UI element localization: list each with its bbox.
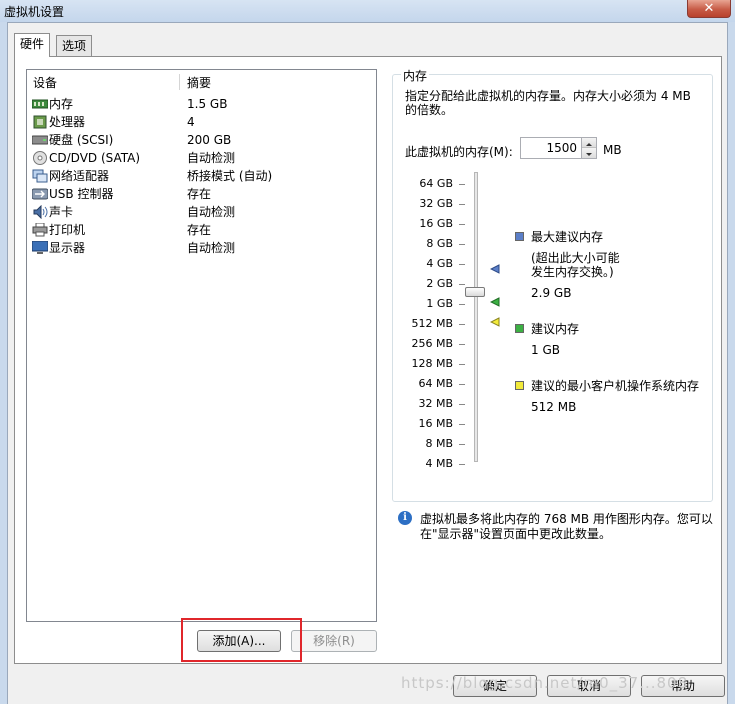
cd-dvd-icon <box>33 151 47 165</box>
scale-label: 32 MB <box>418 397 453 410</box>
device-summary: 200 GB <box>187 133 232 147</box>
min-recommended-marker <box>490 317 500 327</box>
device-name: 声卡 <box>49 205 74 219</box>
device-row-processor[interactable]: 处理器 4 <box>27 113 376 131</box>
device-name: 处理器 <box>49 115 86 129</box>
scale-label: 4 MB <box>425 457 453 470</box>
scale-label: 2 GB <box>426 277 453 290</box>
max-recommended-swatch <box>515 232 524 241</box>
device-list[interactable]: 设备 摘要 内存 1.5 GB 处理器 4 硬盘 (SCSI) 200 GB C… <box>26 69 377 622</box>
scale-label: 64 GB <box>419 177 453 190</box>
device-name: 内存 <box>49 97 74 111</box>
tab-options-label: 选项 <box>62 39 87 53</box>
device-summary: 存在 <box>187 187 212 201</box>
spin-down-button[interactable] <box>582 148 596 158</box>
sound-card-icon <box>33 205 48 219</box>
device-name: 网络适配器 <box>49 169 110 183</box>
memory-slider-track[interactable] <box>474 172 478 462</box>
dialog-body: 硬件 选项 设备 摘要 内存 1.5 GB 处理器 4 硬盘 (SCSI) 20… <box>7 22 728 704</box>
device-row-cd-dvd[interactable]: CD/DVD (SATA) 自动检测 <box>27 149 376 167</box>
highlight-box <box>181 618 302 662</box>
device-row-printer[interactable]: 打印机 存在 <box>27 221 376 239</box>
remove-button[interactable]: 移除(R) <box>291 630 377 652</box>
device-row-sound-card[interactable]: 声卡 自动检测 <box>27 203 376 221</box>
graphics-memory-note-line: 虚拟机最多将此内存的 768 MB 用作图形内存。您可以 <box>420 512 713 526</box>
recommended-title: 建议内存 <box>531 322 580 336</box>
spin-up-button[interactable] <box>582 138 596 148</box>
scale-label: 8 MB <box>425 437 453 450</box>
memory-unit-label: MB <box>603 143 622 157</box>
scale-ticks <box>459 184 465 465</box>
min-recommended-title: 建议的最小客户机操作系统内存 <box>531 379 700 393</box>
device-name: USB 控制器 <box>49 187 114 201</box>
memory-scale: 64 GB 32 GB 16 GB 8 GB 4 GB 2 GB 1 GB 51… <box>393 75 453 503</box>
recommended-value: 1 GB <box>531 343 560 357</box>
scale-label: 4 GB <box>426 257 453 270</box>
processor-icon <box>33 115 47 129</box>
watermark-text: https://blog.csdn.net/m0_37...808 <box>401 674 689 692</box>
device-summary: 自动检测 <box>187 151 236 165</box>
memory-size-input[interactable]: 1500 <box>521 141 577 155</box>
max-recommended-value: 2.9 GB <box>531 286 572 300</box>
column-separator[interactable] <box>179 74 180 90</box>
device-row-network-adapter[interactable]: 网络适配器 桥接模式 (自动) <box>27 167 376 185</box>
min-recommended-swatch <box>515 381 524 390</box>
device-row-display[interactable]: 显示器 自动检测 <box>27 239 376 257</box>
device-name: 打印机 <box>49 223 86 237</box>
close-icon: ✕ <box>703 1 715 16</box>
tab-options[interactable]: 选项 <box>56 35 93 56</box>
memory-icon <box>32 99 48 109</box>
recommended-marker <box>490 297 500 307</box>
memory-slider-thumb[interactable] <box>465 287 485 297</box>
device-row-memory[interactable]: 内存 1.5 GB <box>27 95 376 113</box>
hard-disk-icon <box>32 135 48 145</box>
hardware-panel: 设备 摘要 内存 1.5 GB 处理器 4 硬盘 (SCSI) 200 GB C… <box>14 56 722 664</box>
scale-label: 64 MB <box>418 377 453 390</box>
scale-label: 8 GB <box>426 237 453 250</box>
scale-label: 128 MB <box>411 357 453 370</box>
device-summary: 自动检测 <box>187 205 236 219</box>
scale-label: 16 MB <box>418 417 453 430</box>
max-recommended-note: (超出此大小可能 <box>531 251 620 265</box>
min-recommended-value: 512 MB <box>531 400 577 414</box>
device-summary: 桥接模式 (自动) <box>187 169 273 183</box>
scale-label: 32 GB <box>419 197 453 210</box>
device-row-hard-disk[interactable]: 硬盘 (SCSI) 200 GB <box>27 131 376 149</box>
display-icon <box>32 241 48 254</box>
arrow-down-icon <box>586 153 592 156</box>
usb-icon <box>32 188 48 200</box>
device-name: 显示器 <box>49 241 86 255</box>
tab-hardware[interactable]: 硬件 <box>14 33 51 57</box>
device-summary: 4 <box>187 115 195 129</box>
tab-hardware-label: 硬件 <box>20 37 45 51</box>
device-name: 硬盘 (SCSI) <box>49 133 114 147</box>
column-header-device[interactable]: 设备 <box>33 75 57 91</box>
window-title: 虚拟机设置 <box>4 5 65 19</box>
device-name: CD/DVD (SATA) <box>49 151 141 165</box>
network-adapter-icon <box>32 169 48 183</box>
printer-icon <box>32 223 48 237</box>
device-summary: 1.5 GB <box>187 97 228 111</box>
title-bar: 虚拟机设置 ✕ <box>0 0 735 22</box>
info-icon: i <box>398 511 412 525</box>
max-recommended-marker <box>490 264 500 274</box>
scale-label: 256 MB <box>411 337 453 350</box>
recommended-swatch <box>515 324 524 333</box>
close-button[interactable]: ✕ <box>687 0 731 18</box>
column-header-summary[interactable]: 摘要 <box>187 75 211 91</box>
memory-size-spinbox[interactable]: 1500 <box>520 137 597 159</box>
device-summary: 存在 <box>187 223 212 237</box>
device-row-usb-controller[interactable]: USB 控制器 存在 <box>27 185 376 203</box>
scale-label: 512 MB <box>411 317 453 330</box>
graphics-memory-note-line: 在"显示器"设置页面中更改此数量。 <box>420 527 612 541</box>
scale-label: 16 GB <box>419 217 453 230</box>
graphics-memory-note: 虚拟机最多将此内存的 768 MB 用作图形内存。您可以 在"显示器"设置页面中… <box>420 512 720 542</box>
scale-label: 1 GB <box>426 297 453 310</box>
max-recommended-note: 发生内存交换。) <box>531 265 614 279</box>
memory-group: 内存 指定分配给此虚拟机的内存量。内存大小必须为 4 MB 的倍数。 此虚拟机的… <box>392 67 713 503</box>
max-recommended-title: 最大建议内存 <box>531 230 604 244</box>
device-summary: 自动检测 <box>187 241 236 255</box>
